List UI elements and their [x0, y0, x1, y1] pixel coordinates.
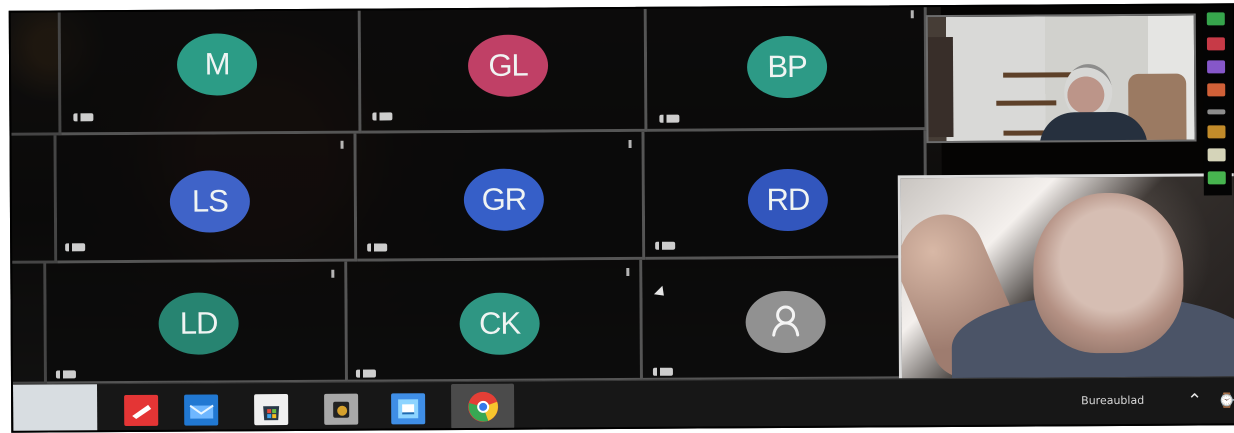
app-icon[interactable] — [391, 393, 426, 425]
app-icon[interactable] — [1207, 109, 1226, 115]
participant-tile-ls[interactable]: LS — [56, 133, 358, 264]
taskbar-start-area[interactable] — [13, 384, 98, 432]
participant-tile-gl[interactable]: GL — [360, 8, 648, 134]
participant-avatar-ls: LS — [169, 170, 251, 233]
participant-avatar-gl: GL — [467, 34, 549, 97]
mic-icon — [355, 369, 376, 378]
mic-icon — [55, 370, 76, 379]
mic-icon — [652, 367, 673, 376]
participant-avatar-rd: RD — [747, 168, 829, 232]
desktop-label[interactable]: Bureaublad — [1081, 394, 1144, 407]
chrome-taskbar-button[interactable] — [451, 383, 515, 430]
app-icon[interactable] — [1207, 83, 1226, 97]
video-participant-grid: M GL BP LS GR RD LD CK — [8, 7, 943, 385]
windows-taskbar: Bureaublad ⌃ ⌚ — [13, 376, 1234, 432]
folder-icon[interactable] — [324, 393, 359, 425]
participant-tile-left-edge — [8, 12, 62, 136]
right-app-dock — [1202, 5, 1232, 196]
mic-icon — [65, 243, 86, 252]
participant-avatar-gr: GR — [463, 168, 545, 231]
participant-tile-m[interactable]: M — [60, 10, 362, 136]
mic-icon — [655, 241, 676, 250]
participant-avatar-ld: LD — [158, 292, 239, 355]
chevron-up-icon[interactable]: ⌃ — [1187, 390, 1202, 411]
participant-avatar-generic — [745, 290, 826, 354]
store-icon[interactable] — [254, 394, 289, 426]
participant-tile-left-edge — [8, 263, 48, 385]
background-shelf — [1003, 72, 1076, 78]
app-icon[interactable] — [1207, 125, 1226, 139]
background-door — [927, 36, 954, 138]
participant-tile-gr[interactable]: GR — [356, 131, 646, 262]
participant-shoulders — [1039, 111, 1148, 144]
participant-tile-ld[interactable]: LD — [46, 261, 349, 385]
top-right-video-feed[interactable] — [925, 13, 1197, 144]
participant-tile-unknown[interactable] — [642, 258, 928, 381]
participant-tile-left-edge — [8, 135, 58, 264]
participant-avatar-m: M — [176, 33, 258, 96]
participant-tile-rd[interactable]: RD — [644, 130, 928, 260]
mic-icon — [367, 243, 388, 252]
participant-avatar-bp: BP — [746, 35, 828, 99]
participant-tile-bp[interactable]: BP — [646, 7, 928, 132]
tile-menu-icon[interactable] — [910, 10, 914, 19]
mail-icon[interactable] — [184, 394, 219, 426]
tile-menu-icon[interactable] — [626, 267, 630, 276]
app-icon[interactable] — [1207, 60, 1226, 74]
clock-icon[interactable]: ⌚ — [1218, 392, 1234, 410]
app-icon[interactable] — [1207, 148, 1226, 162]
tile-menu-icon[interactable] — [331, 269, 335, 278]
chrome-icon — [467, 391, 498, 422]
app-icon[interactable] — [1207, 171, 1226, 185]
app-icon[interactable] — [1206, 37, 1225, 51]
person-icon — [772, 305, 800, 337]
tile-menu-icon[interactable] — [340, 140, 344, 149]
speaker-face — [1032, 192, 1184, 354]
monitor-photo: M GL BP LS GR RD LD CK Bureaublad ⌃ ⌚ — [8, 3, 1234, 433]
mic-icon — [372, 112, 393, 121]
mic-icon — [73, 113, 94, 122]
participant-avatar-ck: CK — [459, 292, 540, 355]
app-icon[interactable] — [1206, 12, 1225, 26]
background-shelf — [996, 100, 1057, 106]
active-speaker-video[interactable] — [897, 173, 1234, 390]
app-icon[interactable] — [124, 394, 159, 427]
tile-menu-icon[interactable] — [628, 139, 632, 148]
participant-tile-ck[interactable]: CK — [347, 259, 643, 383]
mic-icon — [659, 114, 680, 123]
